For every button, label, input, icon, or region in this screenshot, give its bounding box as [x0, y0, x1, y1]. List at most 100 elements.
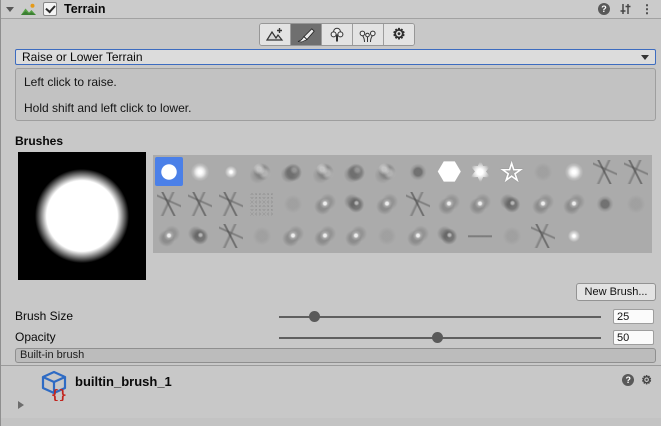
brush-thumbnail[interactable] — [404, 221, 432, 250]
brush-thumbnail[interactable] — [217, 157, 245, 186]
brushes-section-label: Brushes — [15, 134, 63, 148]
brush-cloud-icon — [375, 160, 399, 184]
brush-thumbnail[interactable] — [217, 221, 245, 250]
new-brush-button[interactable]: New Brush... — [576, 283, 656, 301]
brush-thumbnail[interactable] — [404, 157, 432, 186]
tool-paint-terrain[interactable] — [291, 24, 322, 45]
terrain-icon — [21, 3, 37, 16]
brush-thumbnail[interactable] — [342, 157, 370, 186]
brush-thumbnail[interactable] — [186, 221, 214, 250]
brush-thumbnail[interactable] — [342, 221, 370, 250]
enabled-checkbox[interactable] — [43, 2, 57, 16]
brush-size-slider[interactable] — [279, 310, 601, 324]
paint-tool-dropdown[interactable]: Raise or Lower Terrain — [15, 49, 656, 65]
brush-glow-sm-icon — [219, 160, 243, 184]
brush-blob-dark-icon — [406, 160, 430, 184]
brush-thumbnail[interactable] — [155, 157, 183, 186]
brush-thumbnail[interactable] — [560, 189, 588, 218]
foldout-closed-icon[interactable] — [18, 401, 24, 409]
gear-icon: ⚙ — [392, 27, 405, 42]
brush-scratch-icon — [157, 192, 181, 216]
brush-thumbnail[interactable] — [466, 221, 494, 250]
brush-thumbnail[interactable] — [560, 221, 588, 250]
brush-thumbnail[interactable] — [248, 157, 276, 186]
flowers-icon — [358, 27, 378, 43]
brush-thumbnail[interactable] — [498, 221, 526, 250]
brush-thumbnail[interactable] — [248, 189, 276, 218]
brush-thumbnail[interactable] — [622, 157, 650, 186]
brush-thumbnail[interactable] — [279, 189, 307, 218]
brush-line-icon — [468, 224, 492, 248]
brush-star6-icon — [468, 160, 492, 184]
brush-splat-icon — [313, 224, 337, 248]
brush-scratch-icon — [531, 224, 555, 248]
gear-icon[interactable]: ⚙ — [641, 374, 652, 386]
help-icon[interactable]: ? — [598, 3, 610, 15]
brush-thumbnail[interactable] — [248, 221, 276, 250]
tool-create-neighbor-terrains[interactable] — [260, 24, 291, 45]
presets-icon[interactable] — [619, 3, 632, 15]
brush-size-field[interactable] — [613, 309, 654, 324]
brush-splat-icon — [531, 192, 555, 216]
brush-thumbnail[interactable] — [155, 221, 183, 250]
brush-thumbnail[interactable] — [435, 189, 463, 218]
brush-thumbnail[interactable] — [342, 189, 370, 218]
slider-thumb[interactable] — [309, 311, 320, 322]
brush-scratch-icon — [406, 192, 430, 216]
brush-faint-icon — [281, 192, 305, 216]
brush-scratch-icon — [219, 192, 243, 216]
brush-thumbnail[interactable] — [186, 157, 214, 186]
brush-thumbnail[interactable] — [435, 221, 463, 250]
checkmark-icon — [45, 3, 55, 14]
component-title: Terrain — [64, 2, 105, 16]
brush-thumbnail[interactable] — [622, 189, 650, 218]
opacity-label: Opacity — [15, 330, 56, 344]
tool-paint-trees[interactable] — [322, 24, 353, 45]
brush-thumbnail[interactable] — [155, 189, 183, 218]
brush-thumbnail[interactable] — [311, 221, 339, 250]
brush-thumbnail[interactable] — [435, 157, 463, 186]
brush-thumbnail[interactable] — [311, 189, 339, 218]
brush-splat-dark-icon — [344, 192, 368, 216]
brush-cloud-icon — [250, 160, 274, 184]
bottom-strip — [1, 418, 661, 426]
help-icon[interactable]: ? — [622, 374, 634, 386]
help-line-1: Left click to raise. — [24, 75, 647, 89]
foldout-open-icon[interactable] — [6, 7, 14, 12]
brush-circle-icon — [157, 160, 181, 184]
brush-thumbnail[interactable] — [529, 189, 557, 218]
brush-thumbnail[interactable] — [373, 221, 401, 250]
brush-thumbnail[interactable] — [529, 221, 557, 250]
brush-faint-icon — [624, 192, 648, 216]
brush-thumbnail[interactable] — [217, 189, 245, 218]
brush-thumbnail[interactable] — [279, 221, 307, 250]
brush-thumbnail[interactable] — [373, 189, 401, 218]
more-menu-icon[interactable]: ⋮ — [641, 3, 653, 15]
brush-thumbnail[interactable] — [373, 157, 401, 186]
brush-thumbnail[interactable] — [591, 189, 619, 218]
brush-thumbnail[interactable] — [591, 157, 619, 186]
brush-glow-icon — [562, 160, 586, 184]
slider-thumb[interactable] — [432, 332, 443, 343]
brush-splat-icon — [281, 224, 305, 248]
section-divider — [1, 365, 661, 366]
brush-thumbnail[interactable] — [279, 157, 307, 186]
brush-thumbnail[interactable] — [186, 189, 214, 218]
brush-thumbnail[interactable] — [404, 189, 432, 218]
brush-thumbnail[interactable] — [466, 157, 494, 186]
brush-thumbnail[interactable] — [466, 189, 494, 218]
opacity-slider[interactable] — [279, 331, 601, 345]
brush-splat-dark-icon — [500, 192, 524, 216]
tool-paint-details[interactable] — [353, 24, 384, 45]
brush-thumbnail[interactable] — [498, 189, 526, 218]
brush-splat-icon — [437, 192, 461, 216]
brush-thumbnail[interactable] — [311, 157, 339, 186]
brush-hex-icon — [437, 160, 461, 184]
brush-scratch-icon — [219, 224, 243, 248]
brush-thumbnail[interactable]: ☆ — [498, 157, 526, 186]
brush-thumbnail[interactable] — [529, 157, 557, 186]
tool-terrain-settings[interactable]: ⚙ — [384, 24, 414, 45]
mountain-plus-icon — [265, 27, 285, 43]
brush-thumbnail[interactable] — [560, 157, 588, 186]
opacity-field[interactable] — [613, 330, 654, 345]
